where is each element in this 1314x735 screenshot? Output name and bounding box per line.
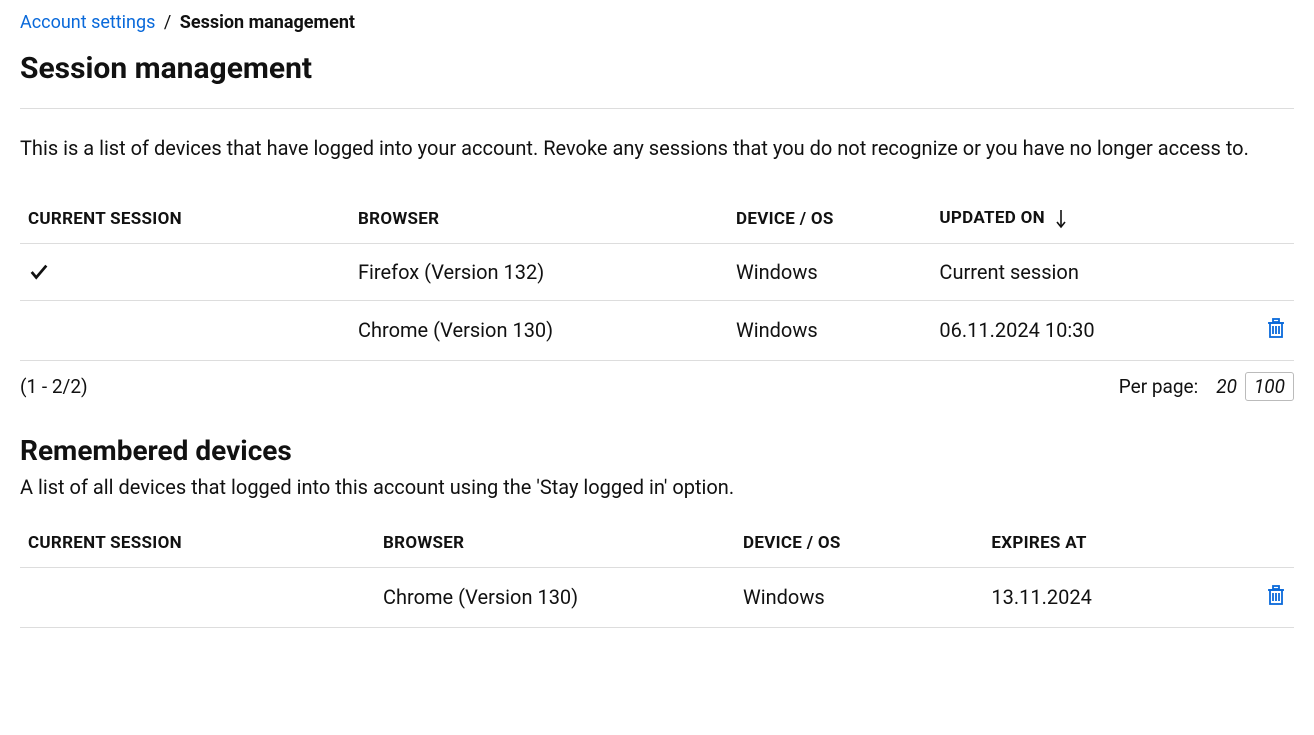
per-page-option-100[interactable]: 100 bbox=[1245, 372, 1294, 401]
cell-device: Windows bbox=[728, 300, 931, 360]
col-device-os[interactable]: DEVICE / OS bbox=[735, 523, 983, 568]
cell-action bbox=[1238, 567, 1294, 627]
cell-current-session bbox=[20, 243, 350, 300]
table-footer: (1 - 2/2) Per page: 20100 bbox=[20, 375, 1294, 398]
breadcrumb-current: Session management bbox=[180, 12, 355, 33]
sort-descending-icon bbox=[1055, 209, 1067, 229]
cell-action bbox=[1238, 243, 1294, 300]
pagination-range: (1 - 2/2) bbox=[20, 375, 88, 398]
cell-expires: 13.11.2024 bbox=[983, 567, 1238, 627]
col-current-session[interactable]: CURRENT SESSION bbox=[20, 198, 350, 243]
cell-updated: 06.11.2024 10:30 bbox=[931, 300, 1238, 360]
sessions-table: CURRENT SESSION BROWSER DEVICE / OS UPDA… bbox=[20, 198, 1294, 361]
per-page-label: Per page: bbox=[1119, 375, 1198, 398]
per-page-option-20[interactable]: 20 bbox=[1208, 373, 1245, 400]
delete-device-button[interactable] bbox=[1246, 584, 1286, 606]
cell-browser: Chrome (Version 130) bbox=[350, 300, 728, 360]
cell-action bbox=[1238, 300, 1294, 360]
page-description: This is a list of devices that have logg… bbox=[20, 133, 1294, 164]
delete-session-button[interactable] bbox=[1246, 317, 1286, 339]
cell-current-session bbox=[20, 567, 375, 627]
col-expires-at[interactable]: EXPIRES AT bbox=[983, 523, 1238, 568]
cell-updated: Current session bbox=[931, 243, 1238, 300]
check-icon bbox=[28, 261, 342, 283]
cell-device: Windows bbox=[728, 243, 931, 300]
per-page-selector: Per page: 20100 bbox=[1119, 375, 1294, 398]
col-device-os[interactable]: DEVICE / OS bbox=[728, 198, 931, 243]
col-actions bbox=[1238, 198, 1294, 243]
table-row: Chrome (Version 130)Windows06.11.2024 10… bbox=[20, 300, 1294, 360]
cell-browser: Chrome (Version 130) bbox=[375, 567, 735, 627]
col-updated-on-label: UPDATED ON bbox=[939, 208, 1045, 228]
remembered-devices-desc: A list of all devices that logged into t… bbox=[20, 475, 1294, 499]
cell-browser: Firefox (Version 132) bbox=[350, 243, 728, 300]
remembered-devices-title: Remembered devices bbox=[20, 434, 1294, 467]
remembered-devices-table: CURRENT SESSION BROWSER DEVICE / OS EXPI… bbox=[20, 523, 1294, 628]
col-browser[interactable]: BROWSER bbox=[375, 523, 735, 568]
cell-current-session bbox=[20, 300, 350, 360]
breadcrumb: Account settings / Session management bbox=[20, 12, 1294, 33]
col-browser[interactable]: BROWSER bbox=[350, 198, 728, 243]
col-current-session[interactable]: CURRENT SESSION bbox=[20, 523, 375, 568]
table-row: Firefox (Version 132)WindowsCurrent sess… bbox=[20, 243, 1294, 300]
divider bbox=[20, 108, 1294, 109]
col-updated-on[interactable]: UPDATED ON bbox=[931, 198, 1238, 243]
breadcrumb-link-account-settings[interactable]: Account settings bbox=[20, 12, 155, 33]
col-actions bbox=[1238, 523, 1294, 568]
cell-device: Windows bbox=[735, 567, 983, 627]
table-row: Chrome (Version 130)Windows13.11.2024 bbox=[20, 567, 1294, 627]
trash-icon bbox=[1266, 584, 1286, 606]
breadcrumb-separator: / bbox=[164, 12, 171, 33]
trash-icon bbox=[1266, 317, 1286, 339]
page-title: Session management bbox=[20, 51, 1294, 86]
